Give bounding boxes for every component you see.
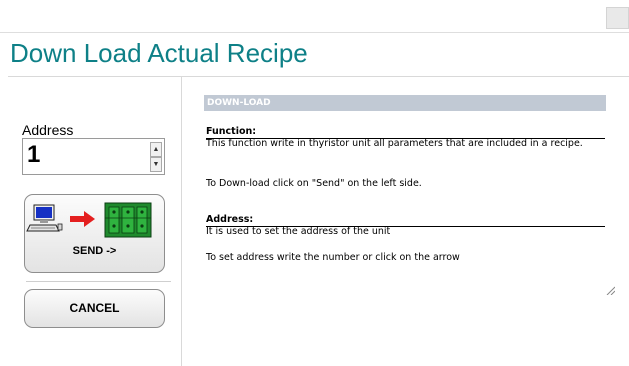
cancel-button[interactable]: CANCEL <box>24 289 165 328</box>
address-text: It is used to set the address of the uni… <box>206 226 391 237</box>
spin-up-icon[interactable]: ▲ <box>150 142 162 157</box>
send-illustration <box>26 202 152 238</box>
help-header: DOWN-LOAD <box>204 95 606 111</box>
spin-down-icon[interactable]: ▼ <box>150 157 162 172</box>
computer-icon <box>26 204 63 232</box>
help-panel[interactable]: DOWN-LOAD Function: This function write … <box>196 86 618 298</box>
button-divider <box>26 281 171 282</box>
thyristor-unit-icon <box>104 202 152 238</box>
download-text: To Down-load click on "Send" on the left… <box>206 178 422 189</box>
function-text: This function write in thyristor unit al… <box>206 138 583 149</box>
page-title: Down Load Actual Recipe <box>10 38 308 68</box>
top-bar <box>0 0 629 33</box>
arrow-right-icon <box>70 211 95 227</box>
address-hint: To set address write the number or click… <box>206 252 460 263</box>
function-heading: Function: <box>206 126 257 137</box>
address-input[interactable]: 1 <box>27 141 40 169</box>
send-button[interactable]: SEND -> <box>24 194 165 273</box>
window-control-button[interactable] <box>606 7 629 29</box>
address-spinner[interactable]: 1 ▲ ▼ <box>22 138 165 175</box>
address-label: Address <box>22 122 74 138</box>
resize-grip-icon[interactable] <box>606 286 615 295</box>
send-label: SEND -> <box>72 245 117 257</box>
address-heading: Address: <box>206 214 254 225</box>
